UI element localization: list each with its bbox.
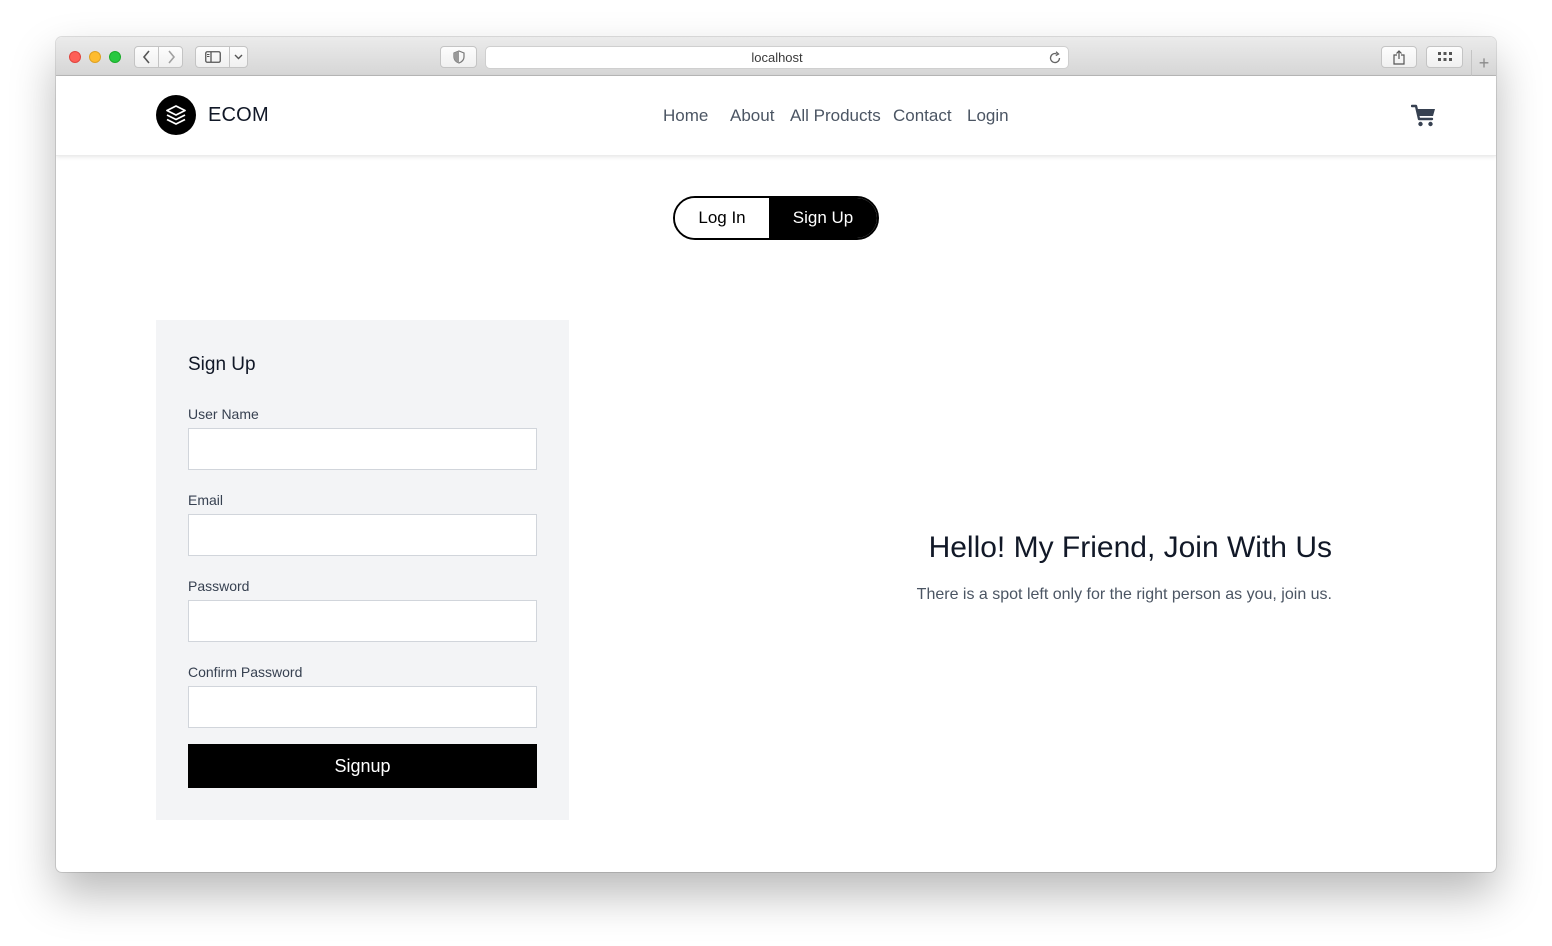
browser-toolbar: localhost + bbox=[56, 37, 1496, 76]
chevron-left-icon bbox=[142, 50, 150, 64]
sidebar-toggle-button[interactable] bbox=[195, 46, 230, 68]
confirm-password-label: Confirm Password bbox=[188, 664, 303, 680]
address-bar[interactable]: localhost bbox=[485, 46, 1069, 69]
signup-tab[interactable]: Sign Up bbox=[769, 198, 877, 238]
forward-button[interactable] bbox=[158, 46, 183, 68]
email-input[interactable] bbox=[188, 514, 537, 556]
signup-button[interactable]: Signup bbox=[188, 744, 537, 788]
reload-icon[interactable] bbox=[1048, 51, 1062, 65]
hero-title: Hello! My Friend, Join With Us bbox=[928, 531, 1332, 564]
share-icon bbox=[1393, 49, 1405, 65]
share-button[interactable] bbox=[1381, 46, 1417, 68]
password-label: Password bbox=[188, 578, 250, 594]
nav-login[interactable]: Login bbox=[967, 106, 1009, 126]
hero-subtitle: There is a spot left only for the right … bbox=[916, 586, 1332, 603]
privacy-report-button[interactable] bbox=[440, 46, 477, 68]
chevron-right-icon bbox=[167, 50, 175, 64]
new-tab-button[interactable]: + bbox=[1471, 50, 1496, 76]
desktop: localhost + ECOM Home About All Products… bbox=[0, 0, 1552, 946]
shield-icon bbox=[452, 50, 465, 64]
password-input[interactable] bbox=[188, 600, 537, 642]
close-window-button[interactable] bbox=[69, 51, 81, 63]
username-label: User Name bbox=[188, 406, 259, 422]
grid-icon bbox=[1437, 52, 1452, 61]
sidebar-icon bbox=[204, 51, 221, 63]
username-input[interactable] bbox=[188, 428, 537, 470]
email-label: Email bbox=[188, 492, 224, 508]
nav-about[interactable]: About bbox=[730, 106, 774, 126]
browser-window: localhost + ECOM Home About All Products… bbox=[56, 37, 1496, 872]
nav-home[interactable]: Home bbox=[663, 106, 708, 126]
confirm-password-input[interactable] bbox=[188, 686, 537, 728]
tab-overview-button[interactable] bbox=[1426, 46, 1463, 68]
cart-icon bbox=[1410, 104, 1435, 127]
login-tab[interactable]: Log In bbox=[675, 198, 769, 238]
back-button[interactable] bbox=[134, 46, 159, 68]
plus-icon: + bbox=[1478, 53, 1490, 73]
cart-button[interactable] bbox=[1410, 104, 1437, 133]
minimize-window-button[interactable] bbox=[89, 51, 101, 63]
sidebar-menu-button[interactable] bbox=[229, 46, 248, 68]
address-text: localhost bbox=[751, 50, 803, 65]
chevron-down-icon bbox=[234, 54, 243, 60]
signup-form: Sign Up User Name Email Password Confirm… bbox=[156, 320, 569, 820]
nav-all-products[interactable]: All Products bbox=[790, 106, 881, 126]
main-nav: Home About All Products Contact Login bbox=[56, 106, 1496, 128]
form-title: Sign Up bbox=[188, 354, 256, 375]
site-header: ECOM Home About All Products Contact Log… bbox=[56, 76, 1496, 156]
zoom-window-button[interactable] bbox=[109, 51, 121, 63]
auth-toggle: Log In Sign Up bbox=[673, 196, 879, 240]
nav-contact[interactable]: Contact bbox=[893, 106, 952, 126]
